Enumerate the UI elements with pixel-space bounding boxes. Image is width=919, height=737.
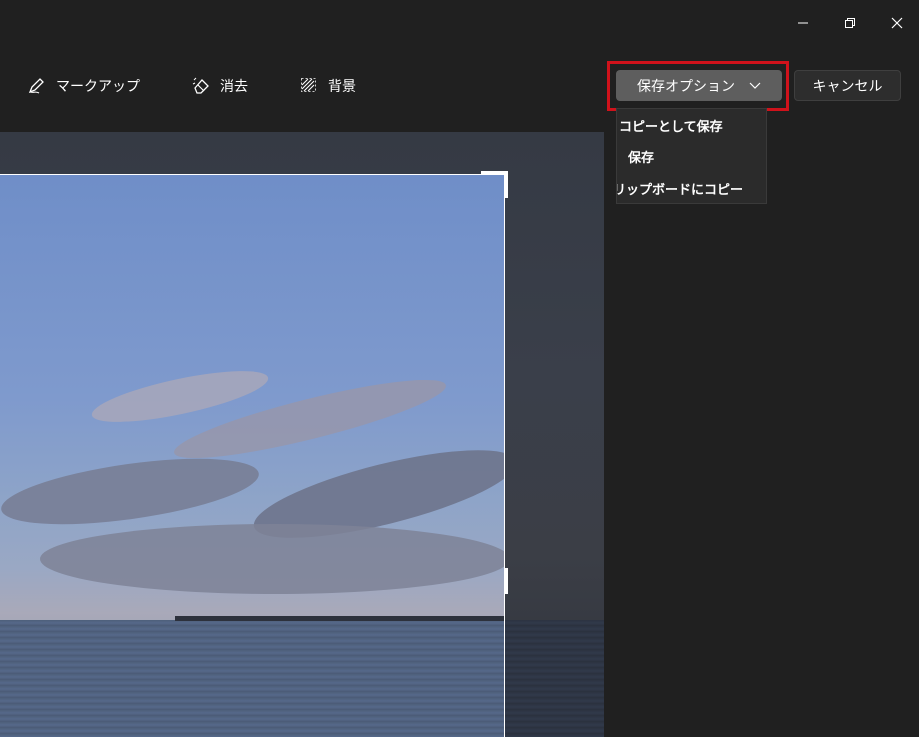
erase-label: 消去 [220, 79, 248, 95]
erase-button[interactable]: 消去 [192, 72, 248, 100]
markup-button[interactable]: マークアップ [26, 72, 140, 100]
menu-item-label: コピーとして保存 [619, 119, 723, 135]
cancel-label: キャンセル [812, 78, 883, 95]
save-options-menu: コピーとして保存 保存 リップボードにコピー [616, 108, 767, 204]
menu-item-copy-to-clipboard[interactable]: リップボードにコピー [616, 172, 766, 203]
snipping-editor-window: マークアップ 消去 背景 保存オプション キャンセル コピーとして保存 保存 リ… [0, 0, 919, 737]
save-options-button[interactable]: 保存オプション [616, 70, 782, 101]
minimize-icon [798, 22, 808, 24]
background-button[interactable]: 背景 [300, 72, 356, 100]
close-icon [891, 17, 903, 29]
pen-icon [28, 78, 44, 94]
crop-handle-right[interactable] [504, 568, 508, 594]
background-pattern-icon [301, 78, 316, 92]
crop-handle-top-right[interactable] [481, 171, 508, 198]
restore-icon [845, 18, 855, 28]
background-label: 背景 [328, 79, 356, 95]
eraser-icon [192, 77, 209, 94]
cloud [40, 524, 505, 594]
save-options-label: 保存オプション [637, 78, 735, 95]
menu-item-save[interactable]: 保存 [617, 140, 766, 172]
cancel-button[interactable]: キャンセル [794, 70, 901, 101]
dimmed-sea-area [505, 620, 604, 737]
markup-label: マークアップ [56, 79, 140, 95]
menu-item-label: 保存 [628, 150, 655, 166]
cloud [0, 446, 263, 537]
image-canvas[interactable] [0, 132, 604, 737]
chevron-down-icon [749, 82, 761, 89]
pier [175, 616, 505, 621]
minimize-button[interactable] [788, 8, 818, 38]
cropped-photo [0, 174, 505, 737]
sea [0, 620, 505, 737]
close-button[interactable] [882, 8, 912, 38]
menu-item-label: リップボードにコピー [616, 182, 744, 198]
restore-button[interactable] [835, 8, 865, 38]
menu-item-save-as-copy[interactable]: コピーとして保存 [617, 109, 766, 141]
